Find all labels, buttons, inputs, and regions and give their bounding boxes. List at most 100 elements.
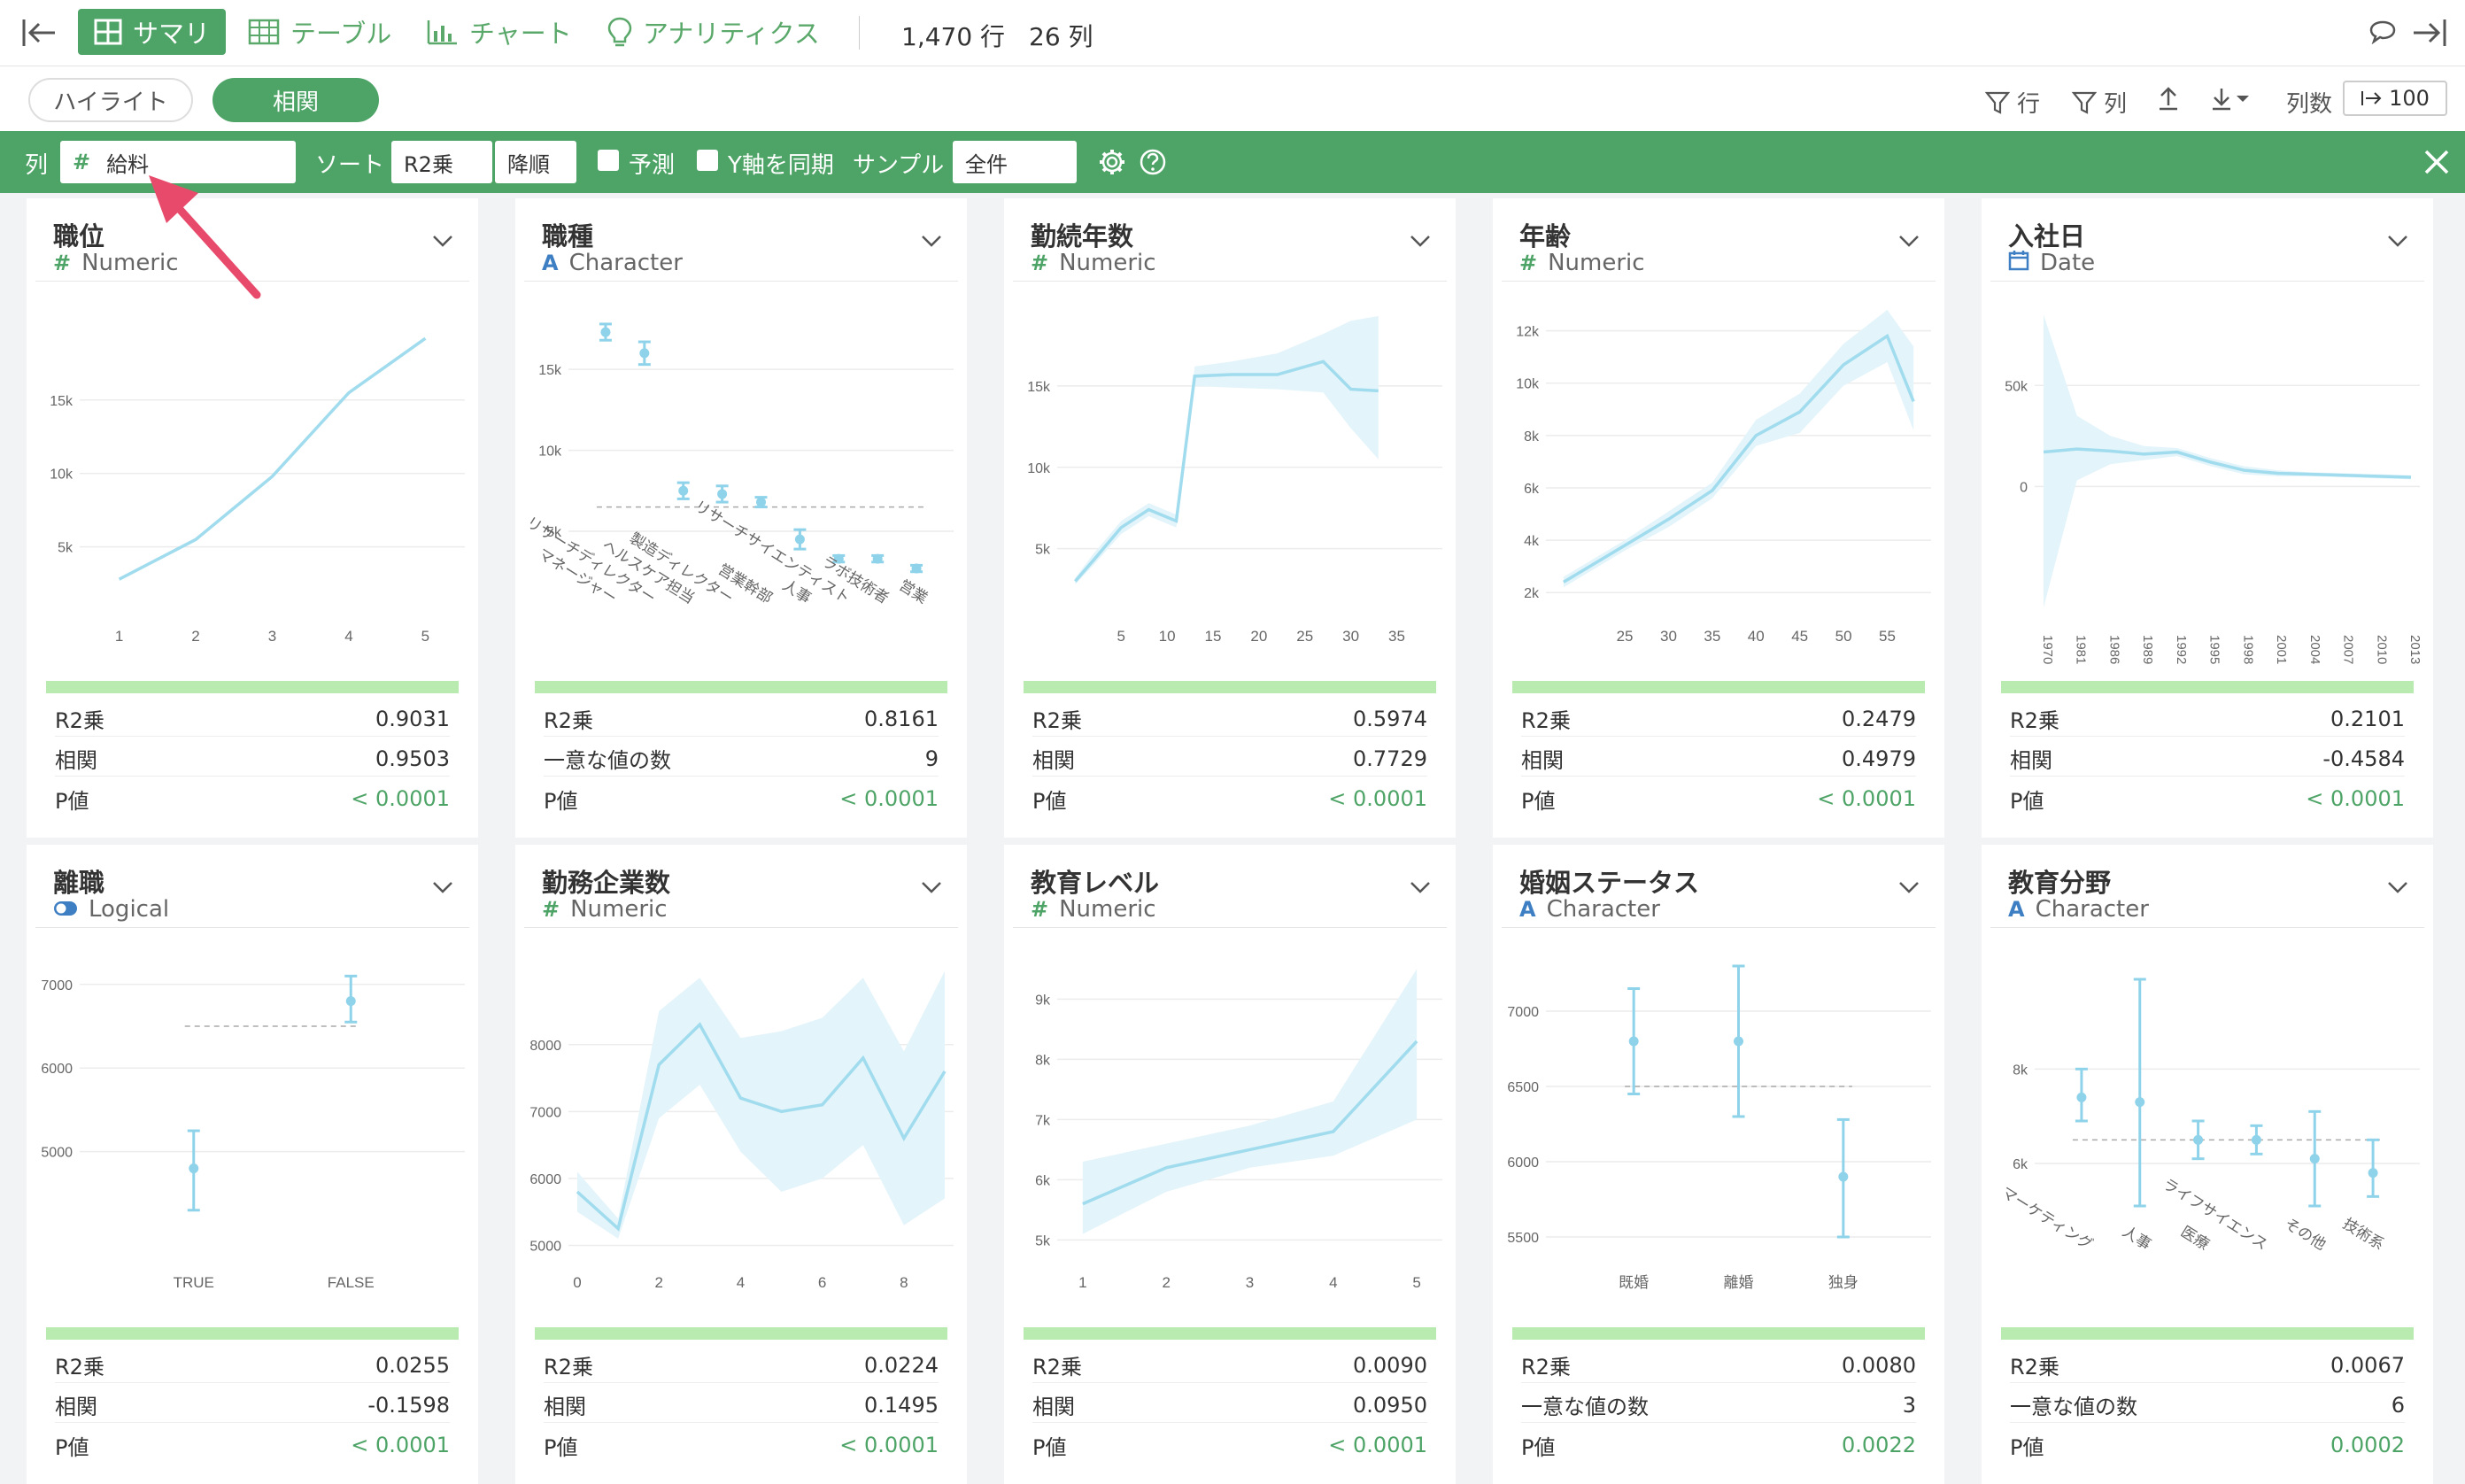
chevron-down-icon[interactable] [1898,234,1920,251]
stat-row: P値 < 0.0001 [544,781,939,816]
stat-label: P値 [2010,1434,2044,1460]
summary-bar [2001,681,2414,693]
chevron-down-icon[interactable] [2387,880,2408,898]
x-tick-label: 医療 [2178,1223,2213,1253]
stat-row: 一意な値の数 9 [544,741,939,777]
sort-by-select[interactable]: R2乗 [391,141,492,183]
stat-value: 0.0224 [864,1352,939,1378]
x-tick-label: 6 [818,1274,826,1291]
sort-order-select[interactable]: 降順 [495,141,576,183]
download-icon [2213,89,2249,111]
stat-label: P値 [1521,788,1556,814]
chevron-down-icon[interactable] [2387,234,2408,251]
correlation-chart: 5k 10k 15k 5 10 15 20 25 30 35 [1027,315,1442,645]
chevron-down-icon[interactable] [432,234,453,251]
column-count-label: 列数 [2286,91,2333,118]
mean-point [911,563,922,574]
chart-area: 5000 6000 7000 8000 0 2 4 6 8 [524,933,958,1323]
card-title: 入社日 [2008,221,2086,251]
stat-value: 0.0002 [2330,1433,2405,1457]
stat-value: < 0.0001 [1328,1433,1427,1457]
card-type-label: Logical [89,896,170,923]
column-filter-button[interactable]: 列 [2072,86,2127,119]
mean-point [756,497,766,507]
close-icon[interactable] [2422,148,2451,180]
stat-value: 0.2479 [1842,706,1916,731]
tab-summary[interactable]: サマリ [78,9,227,55]
help-icon[interactable] [1139,148,1167,180]
view-mode-bar: ハイライト 相関 行 列 列数 100 [0,66,2465,131]
tab-chart[interactable]: チャート [427,9,572,55]
y-tick-label: 5k [1035,543,1051,558]
chevron-down-icon[interactable] [1410,234,1431,251]
stat-row: R2乗 0.8161 [544,701,939,737]
x-tick-label: 35 [1704,628,1720,645]
correlation-card: 入社日 Date 0 50k 1970 1981 1986 1989 1992 1995 1998 2… [1982,198,2433,838]
y-tick-label: 5k [58,541,73,556]
numeric-type-icon: # [73,150,91,174]
y-tick-label: 50k [2005,379,2028,394]
chevron-down-icon[interactable] [1898,880,1920,898]
tab-chart-label: チャート [469,19,572,49]
stat-value: 0.0022 [1842,1433,1916,1457]
collapse-left-icon[interactable] [21,18,57,51]
chevron-down-icon[interactable] [432,880,453,898]
correlation-chart: 5k10k15kマネージャーリサーチディレクターヘルスケア担当製造ディレクター営… [523,322,954,607]
chart-area: 5k 10k 15k マネージャー リサーチディレクター ヘルスケア担当 製造ディレクター営… [523,287,958,676]
row-filter-button[interactable]: 行 [1985,86,2040,119]
stat-row: 一意な値の数 3 [1521,1387,1916,1423]
upload-button[interactable] [2157,86,2187,111]
highlight-button[interactable]: ハイライト [28,78,193,122]
stat-row: 相関 0.0950 [1032,1387,1427,1423]
correlation-chart: 5000 6000 7000 TRUE FALSE [41,974,465,1291]
tab-table[interactable]: テーブル [248,9,391,55]
download-button[interactable] [2210,86,2260,111]
correlation-card: 年齢 # Numeric 2k 4k 6k 8k 10k 12k 25 30 35 40 45 50 55 R2… [1493,198,1944,838]
card-divider [35,927,469,928]
sync-y-checkbox[interactable] [697,150,718,171]
x-tick-label: 営業 [896,576,931,607]
chevron-down-icon[interactable] [921,234,942,251]
comment-icon[interactable] [2369,19,2396,48]
y-tick-label: 6000 [1507,1156,1539,1171]
y-tick-label: 5k [1035,1233,1051,1248]
chart-area: 5k 6k 7k 8k 9k 1 2 3 4 5 [1013,933,1447,1323]
stat-value: < 0.0001 [839,1433,939,1457]
row-filter-label: 行 [2017,91,2041,118]
stat-value: 0.9031 [375,706,450,731]
stat-label: P値 [544,1434,578,1460]
tab-analytics[interactable]: アナリティクス [607,9,820,55]
chevron-down-icon[interactable] [1410,880,1431,898]
mean-point [1838,1171,1849,1182]
stat-value: 0.9503 [375,746,450,771]
stat-label: 相関 [55,1395,97,1419]
gear-icon[interactable] [1098,148,1126,180]
stat-row: P値 0.0002 [2010,1427,2405,1463]
x-tick-label: 45 [1791,628,1808,645]
column-count-input[interactable]: 100 [2343,81,2447,116]
sample-select[interactable]: 全件 [953,141,1077,183]
stat-value: < 0.0001 [351,1433,450,1457]
chart-area: 5k 10k 15k 1 2 3 4 5 [35,287,469,676]
x-tick-label: 50 [1835,628,1852,645]
y-tick-label: 6k [2013,1157,2028,1172]
x-tick-label: 25 [1296,628,1313,645]
y-tick-label: 5000 [529,1239,561,1254]
predict-checkbox[interactable] [598,150,619,171]
mean-point [2076,1092,2087,1102]
correlation-button[interactable]: 相関 [212,78,379,122]
x-tick-label: 35 [1388,628,1405,645]
x-tick-label: ライフサイエンス [2160,1175,2270,1253]
numeric-type-icon: # [1031,897,1049,922]
summary-bar [46,681,459,693]
stat-row: R2乗 0.0224 [544,1348,939,1383]
collapse-right-icon[interactable] [2412,18,2447,51]
y-tick-label: 6k [1524,482,1540,497]
card-column-type: A Character [1519,896,1660,923]
numeric-type-icon: # [1519,251,1538,275]
x-tick-label: 1970 [2040,635,2055,664]
chevron-down-icon[interactable] [921,880,942,898]
stat-label: P値 [544,788,578,814]
card-divider [1990,281,2424,282]
correlation-chart: 2k 4k 6k 8k 10k 12k 25 30 35 40 45 50 55 [1516,309,1931,645]
